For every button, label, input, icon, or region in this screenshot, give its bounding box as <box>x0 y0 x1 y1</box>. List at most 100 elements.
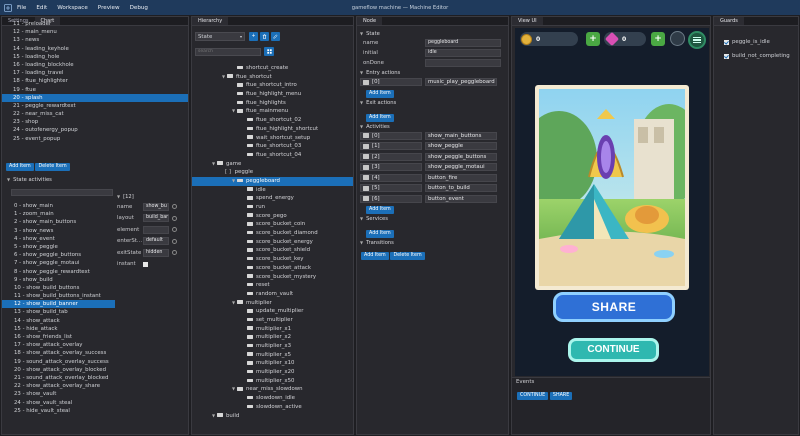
activity-list-item[interactable]: 6 - show_peggle_buttons <box>2 251 115 259</box>
activity-list-item[interactable]: 12 - show_build_banner <box>2 300 115 309</box>
tree-node[interactable]: score_bucket_mystery <box>192 273 353 282</box>
action-name-field[interactable]: button_event <box>425 194 497 203</box>
tree-node[interactable]: ▼ peggleboard <box>192 176 353 186</box>
add-coins-button[interactable]: + <box>586 32 600 46</box>
action-index-field[interactable]: [2] <box>360 152 422 161</box>
activity-list-item[interactable]: 24 - show_vault_steal <box>2 399 115 407</box>
activity-list-item[interactable]: 3 - show_news <box>2 227 115 235</box>
circle-target-icon[interactable] <box>172 227 177 233</box>
tree-node[interactable]: score_bucket_attack <box>192 264 353 273</box>
filter-button[interactable] <box>264 47 274 56</box>
action-index-field[interactable]: [1] <box>360 142 422 151</box>
guard-checkbox[interactable] <box>724 53 729 59</box>
tab-node[interactable]: Node <box>357 17 383 25</box>
circle-target-icon[interactable] <box>172 215 177 221</box>
transitions-delete-item-button[interactable]: Delete Item <box>390 252 425 260</box>
state-activities-header[interactable]: ▼ State activities <box>4 175 52 184</box>
services-header[interactable]: ▼ Services <box>357 214 508 223</box>
action-name-field[interactable]: show_peggle_motaui <box>425 163 497 172</box>
add-node-button[interactable]: + <box>249 32 258 41</box>
node-prop-value[interactable]: peggleboard <box>425 39 501 47</box>
event-share-button[interactable]: SHARE <box>549 392 573 400</box>
exit-actions-header[interactable]: ▼ Exit actions <box>357 98 508 107</box>
expand-toggle-icon[interactable]: ▼ <box>212 412 215 421</box>
tree-node[interactable]: score_bucket_key <box>192 255 353 264</box>
share-button[interactable]: SHARE <box>553 292 675 322</box>
tree-node[interactable]: shortcut_create <box>192 64 353 73</box>
guard-checkbox[interactable] <box>724 39 729 45</box>
add-gems-button[interactable]: + <box>651 32 665 46</box>
action-index-field[interactable]: [0] <box>360 78 422 87</box>
state-list-item[interactable]: 14 - leading_keyhole <box>2 45 188 53</box>
expand-toggle-icon[interactable]: ▼ <box>222 73 225 82</box>
tree-node[interactable]: ▼ multiplier <box>192 299 353 308</box>
tree-node[interactable]: random_vault <box>192 290 353 299</box>
state-list-item[interactable]: 18 - ftue_highlighter <box>2 77 188 85</box>
activity-list-item[interactable]: 25 - hide_vault_steal <box>2 407 115 415</box>
tree-node[interactable]: update_multiplier <box>192 307 353 316</box>
item-prop-value[interactable]: build_bar <box>143 214 169 223</box>
expand-toggle-icon[interactable]: ▼ <box>232 299 235 308</box>
tree-node[interactable]: multiplier_x50 <box>192 377 353 386</box>
action-name-field[interactable]: music_play_peggleboard <box>425 78 497 87</box>
tree-node[interactable]: multiplier_x20 <box>192 368 353 377</box>
activity-list-item[interactable]: 9 - show_build <box>2 276 115 284</box>
activity-list-item[interactable]: 19 - sound_attack_overlay_success <box>2 358 115 366</box>
tree-node[interactable]: ftue_shortcut_intro <box>192 81 353 90</box>
tree-node[interactable]: multiplier_x1 <box>192 325 353 334</box>
transitions-header[interactable]: ▼ Transitions <box>357 238 508 247</box>
state-list-item[interactable]: 25 - event_popup <box>2 135 188 143</box>
state-list-item[interactable]: 12 - main_menu <box>2 28 188 36</box>
activities-search-input[interactable] <box>11 189 113 196</box>
tree-node[interactable]: ftue_highlight_shortcut <box>192 125 353 134</box>
add-item-button[interactable]: Add Item <box>6 163 34 171</box>
tree-node[interactable]: ftue_shortcut_02 <box>192 116 353 125</box>
hierarchy-search-input[interactable] <box>195 47 261 56</box>
state-list-item[interactable]: 11 - preloader <box>2 20 188 28</box>
circle-target-icon[interactable] <box>172 238 177 244</box>
activity-list-item[interactable]: 22 - show_attack_overlay_share <box>2 382 115 390</box>
state-list-item[interactable]: 20 - splash <box>2 93 188 102</box>
activity-list-item[interactable]: 8 - show_peggle_rewardtext <box>2 268 115 276</box>
menu-file[interactable]: File <box>17 5 26 11</box>
activity-list-item[interactable]: 11 - show_build_buttons_instant <box>2 292 115 300</box>
node-prop-value[interactable] <box>425 59 501 67</box>
action-index-field[interactable]: [4] <box>360 173 422 182</box>
state-list-item[interactable]: 22 - near_miss_cat <box>2 110 188 118</box>
tree-node[interactable]: set_multiplier <box>192 316 353 325</box>
tree-node[interactable]: idle <box>192 186 353 195</box>
guard-item[interactable]: peggle_is_idle <box>724 35 798 49</box>
transitions-add-item-button[interactable]: Add Item <box>361 252 389 260</box>
activity-list-item[interactable]: 5 - show_peggle <box>2 243 115 251</box>
action-index-field[interactable]: [3] <box>360 163 422 172</box>
item-header[interactable]: ▼ [12] <box>117 192 187 201</box>
tree-node[interactable]: run <box>192 203 353 212</box>
circle-target-icon[interactable] <box>172 250 177 256</box>
action-name-field[interactable]: button_to_build <box>425 184 497 193</box>
item-prop-value[interactable]: default <box>143 237 169 246</box>
action-name-field[interactable]: show_main_buttons <box>425 131 497 140</box>
tree-node[interactable]: score_bucket_shield <box>192 246 353 255</box>
action-name-field[interactable]: show_peggle <box>425 142 497 151</box>
tree-node[interactable]: score_pego <box>192 212 353 221</box>
continue-button[interactable]: CONTINUE <box>568 338 659 362</box>
node-prop-value[interactable]: idle <box>425 49 501 57</box>
tree-node[interactable]: ▼ near_miss_slowdown <box>192 385 353 394</box>
entry-add-item-button[interactable]: Add Item <box>366 89 394 98</box>
menu-workspace[interactable]: Workspace <box>57 5 88 11</box>
delete-node-button[interactable] <box>260 32 269 41</box>
activity-list-item[interactable]: 10 - show_build_buttons <box>2 284 115 292</box>
activity-list-item[interactable]: 18 - show_attack_overlay_success <box>2 349 115 357</box>
tree-node[interactable]: ▼ build <box>192 412 353 421</box>
tree-node[interactable]: multiplier_x5 <box>192 351 353 360</box>
tree-node[interactable]: [ ] peggle <box>192 168 353 177</box>
entry-actions-header[interactable]: ▼ Entry actions <box>357 68 508 77</box>
activity-list-item[interactable]: 15 - hide_attack <box>2 325 115 333</box>
state-list-item[interactable]: 21 - peggle_rewardtext <box>2 102 188 110</box>
tree-node[interactable]: reset <box>192 281 353 290</box>
menu-preview[interactable]: Preview <box>98 5 120 11</box>
activities-header[interactable]: ▼ Activities <box>357 122 508 131</box>
activity-list-item[interactable]: 7 - show_peggle_motaui <box>2 259 115 267</box>
tree-node[interactable]: ftue_shortcut_03 <box>192 142 353 151</box>
activity-list-item[interactable]: 21 - sound_attack_overlay_blocked <box>2 374 115 382</box>
